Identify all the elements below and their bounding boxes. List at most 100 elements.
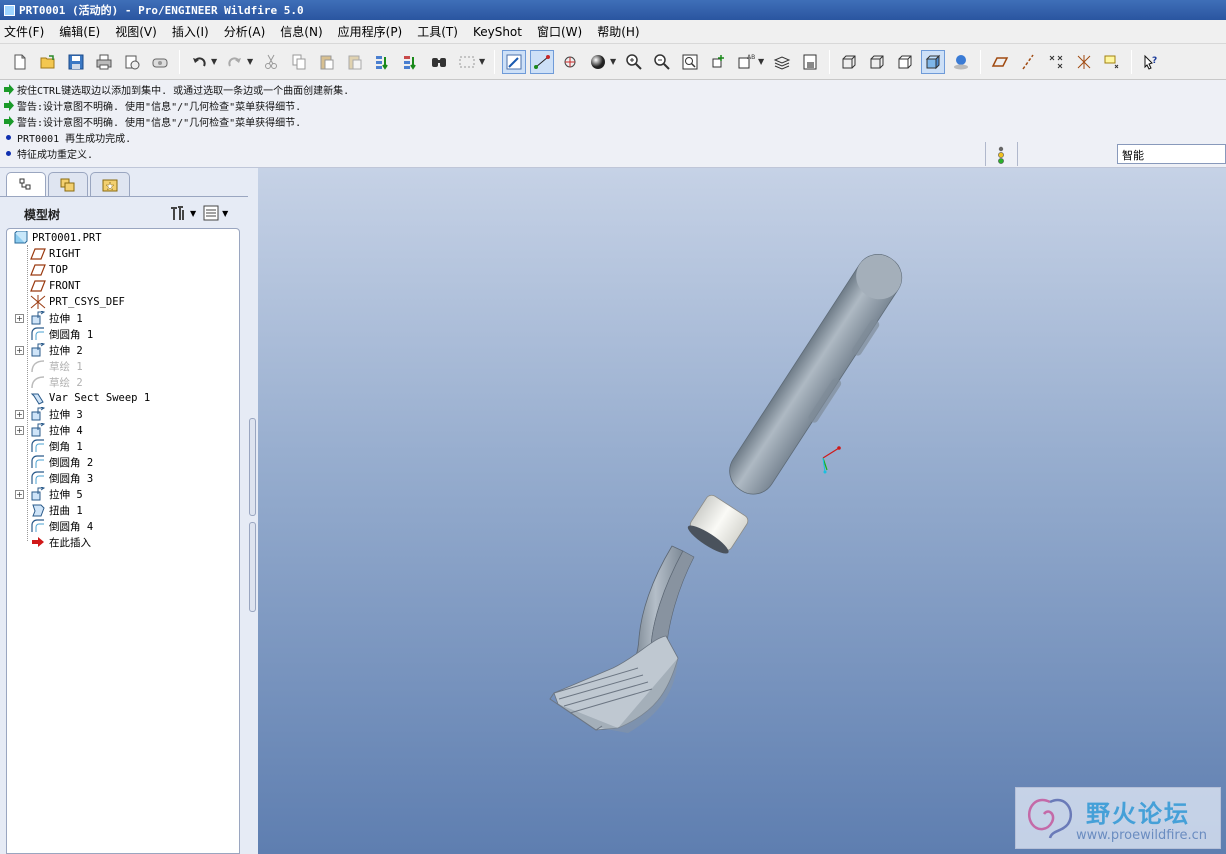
tree-node[interactable]: 拉伸 3 [30, 406, 83, 422]
repaint-icon[interactable] [502, 49, 526, 74]
paste-special-icon[interactable] [343, 50, 367, 74]
tab-model-tree[interactable] [6, 172, 46, 196]
redo-icon[interactable] [223, 50, 247, 74]
fork-collar[interactable] [685, 493, 750, 558]
undo-dropdown-icon[interactable]: ▼ [211, 57, 218, 66]
copy-icon[interactable] [287, 50, 311, 74]
tree-node[interactable]: RIGHT [30, 246, 81, 262]
tree-node[interactable]: Var Sect Sweep 1 [30, 390, 150, 406]
regenerate-icon[interactable] [371, 50, 395, 74]
tree-node[interactable]: 拉伸 1 [30, 310, 83, 326]
tab-folder-browser[interactable] [48, 172, 88, 196]
menu-file[interactable]: 文件(F) [4, 23, 44, 40]
panel-splitter[interactable] [248, 168, 258, 854]
menu-insert[interactable]: 插入(I) [172, 23, 209, 40]
menu-info[interactable]: 信息(N) [280, 23, 322, 40]
zoom-in-icon[interactable] [622, 50, 646, 74]
tree-node[interactable]: 倒圆角 2 [30, 454, 93, 470]
saved-views-icon[interactable]: AB [734, 50, 758, 74]
menu-window[interactable]: 窗口(W) [537, 23, 582, 40]
fork-head[interactable] [549, 635, 679, 733]
shading-icon[interactable] [921, 49, 945, 74]
expand-icon[interactable]: + [15, 314, 24, 323]
annotations-icon[interactable] [1100, 50, 1124, 74]
menu-help[interactable]: 帮助(H) [597, 23, 639, 40]
menu-edit[interactable]: 编辑(E) [59, 23, 100, 40]
splitter-grip[interactable] [249, 522, 256, 612]
tree-node[interactable]: 拉伸 5 [30, 486, 83, 502]
layers-icon[interactable] [770, 50, 794, 74]
context-help-icon[interactable]: ? [1139, 50, 1163, 74]
tree-node[interactable]: 扭曲 1 [30, 502, 83, 518]
tree-node[interactable]: 拉伸 4 [30, 422, 83, 438]
cut-icon[interactable] [259, 50, 283, 74]
tree-node[interactable]: 在此插入 [30, 534, 91, 550]
chevron-down-icon[interactable]: ▼ [222, 209, 228, 218]
expand-icon[interactable]: + [15, 426, 24, 435]
menu-view[interactable]: 视图(V) [115, 23, 157, 40]
expand-icon[interactable]: + [15, 490, 24, 499]
tree-node[interactable]: 倒圆角 4 [30, 518, 93, 534]
appearance-dropdown-icon[interactable]: ▼ [610, 57, 617, 66]
fork-handle[interactable] [721, 246, 913, 505]
wireframe-icon[interactable] [837, 50, 861, 74]
tree-node[interactable]: 倒圆角 1 [30, 326, 93, 342]
tree-node[interactable]: TOP [30, 262, 68, 278]
refit-icon[interactable] [678, 50, 702, 74]
regen-manager-icon[interactable] [399, 50, 423, 74]
graphics-window[interactable] [258, 168, 1226, 854]
tree-node[interactable]: PRT0001.PRT [13, 230, 102, 246]
datum-planes-icon[interactable] [988, 50, 1012, 74]
tree-node[interactable]: FRONT [30, 278, 81, 294]
expand-icon[interactable]: + [15, 346, 24, 355]
saved-views-dropdown-icon[interactable]: ▼ [758, 57, 765, 66]
enhanced-realism-icon[interactable] [949, 50, 973, 74]
save-icon[interactable] [64, 50, 88, 74]
splitter-grip[interactable] [249, 418, 256, 516]
zoom-out-icon[interactable] [650, 50, 674, 74]
message-text: 警告:设计意图不明确. 使用"信息"/"几何检查"菜单获得细节. [17, 117, 302, 129]
csys-marker [822, 446, 841, 474]
favorites-folder-icon [102, 179, 118, 191]
menu-applications[interactable]: 应用程序(P) [338, 23, 403, 40]
no-hidden-icon[interactable] [893, 50, 917, 74]
expand-icon[interactable]: + [15, 410, 24, 419]
chevron-down-icon[interactable]: ▼ [190, 209, 196, 218]
undo-icon[interactable] [187, 50, 211, 74]
tree-settings-icon[interactable] [168, 204, 188, 222]
tree-node[interactable]: 草绘 2 [30, 374, 83, 390]
redo-dropdown-icon[interactable]: ▼ [247, 57, 254, 66]
tree-node[interactable]: PRT_CSYS_DEF [30, 294, 125, 310]
proe-window: PRT0001 (活动的) - Pro/ENGINEER Wildfire 5.… [0, 0, 1226, 854]
appearance-icon[interactable] [586, 50, 610, 74]
mail-attach-icon[interactable] [148, 50, 172, 74]
print-icon[interactable] [92, 50, 116, 74]
fork-model[interactable] [258, 168, 1226, 854]
reorient-icon[interactable] [706, 50, 730, 74]
menu-keyshot[interactable]: KeyShot [473, 25, 522, 39]
tab-favorites[interactable] [90, 172, 130, 196]
paste-icon[interactable] [315, 50, 339, 74]
view-manager-icon[interactable] [798, 50, 822, 74]
mail-icon[interactable] [120, 50, 144, 74]
open-icon[interactable] [36, 50, 60, 74]
hidden-line-icon[interactable] [865, 50, 889, 74]
new-icon[interactable] [8, 50, 32, 74]
tree-columns-icon[interactable] [202, 204, 220, 222]
csys-icon[interactable] [1072, 50, 1096, 74]
tree-node[interactable]: 倒角 1 [30, 438, 83, 454]
select-dropdown-icon[interactable]: ▼ [479, 57, 486, 66]
menu-analysis[interactable]: 分析(A) [224, 23, 266, 40]
message-text: 警告:设计意图不明确. 使用"信息"/"几何检查"菜单获得细节. [17, 101, 302, 113]
select-box-icon[interactable] [455, 50, 479, 74]
menu-tools[interactable]: 工具(T) [417, 23, 458, 40]
datum-points-icon[interactable] [1044, 50, 1068, 74]
orient-mode-icon[interactable] [558, 50, 582, 74]
find-icon[interactable] [427, 50, 451, 74]
tree-node[interactable]: 倒圆角 3 [30, 470, 93, 486]
tree-node[interactable]: 拉伸 2 [30, 342, 83, 358]
spin-center-icon[interactable] [530, 49, 554, 74]
datum-axes-icon[interactable] [1016, 50, 1040, 74]
selection-filter[interactable]: 智能 [1117, 144, 1226, 164]
tree-node[interactable]: 草绘 1 [30, 358, 83, 374]
